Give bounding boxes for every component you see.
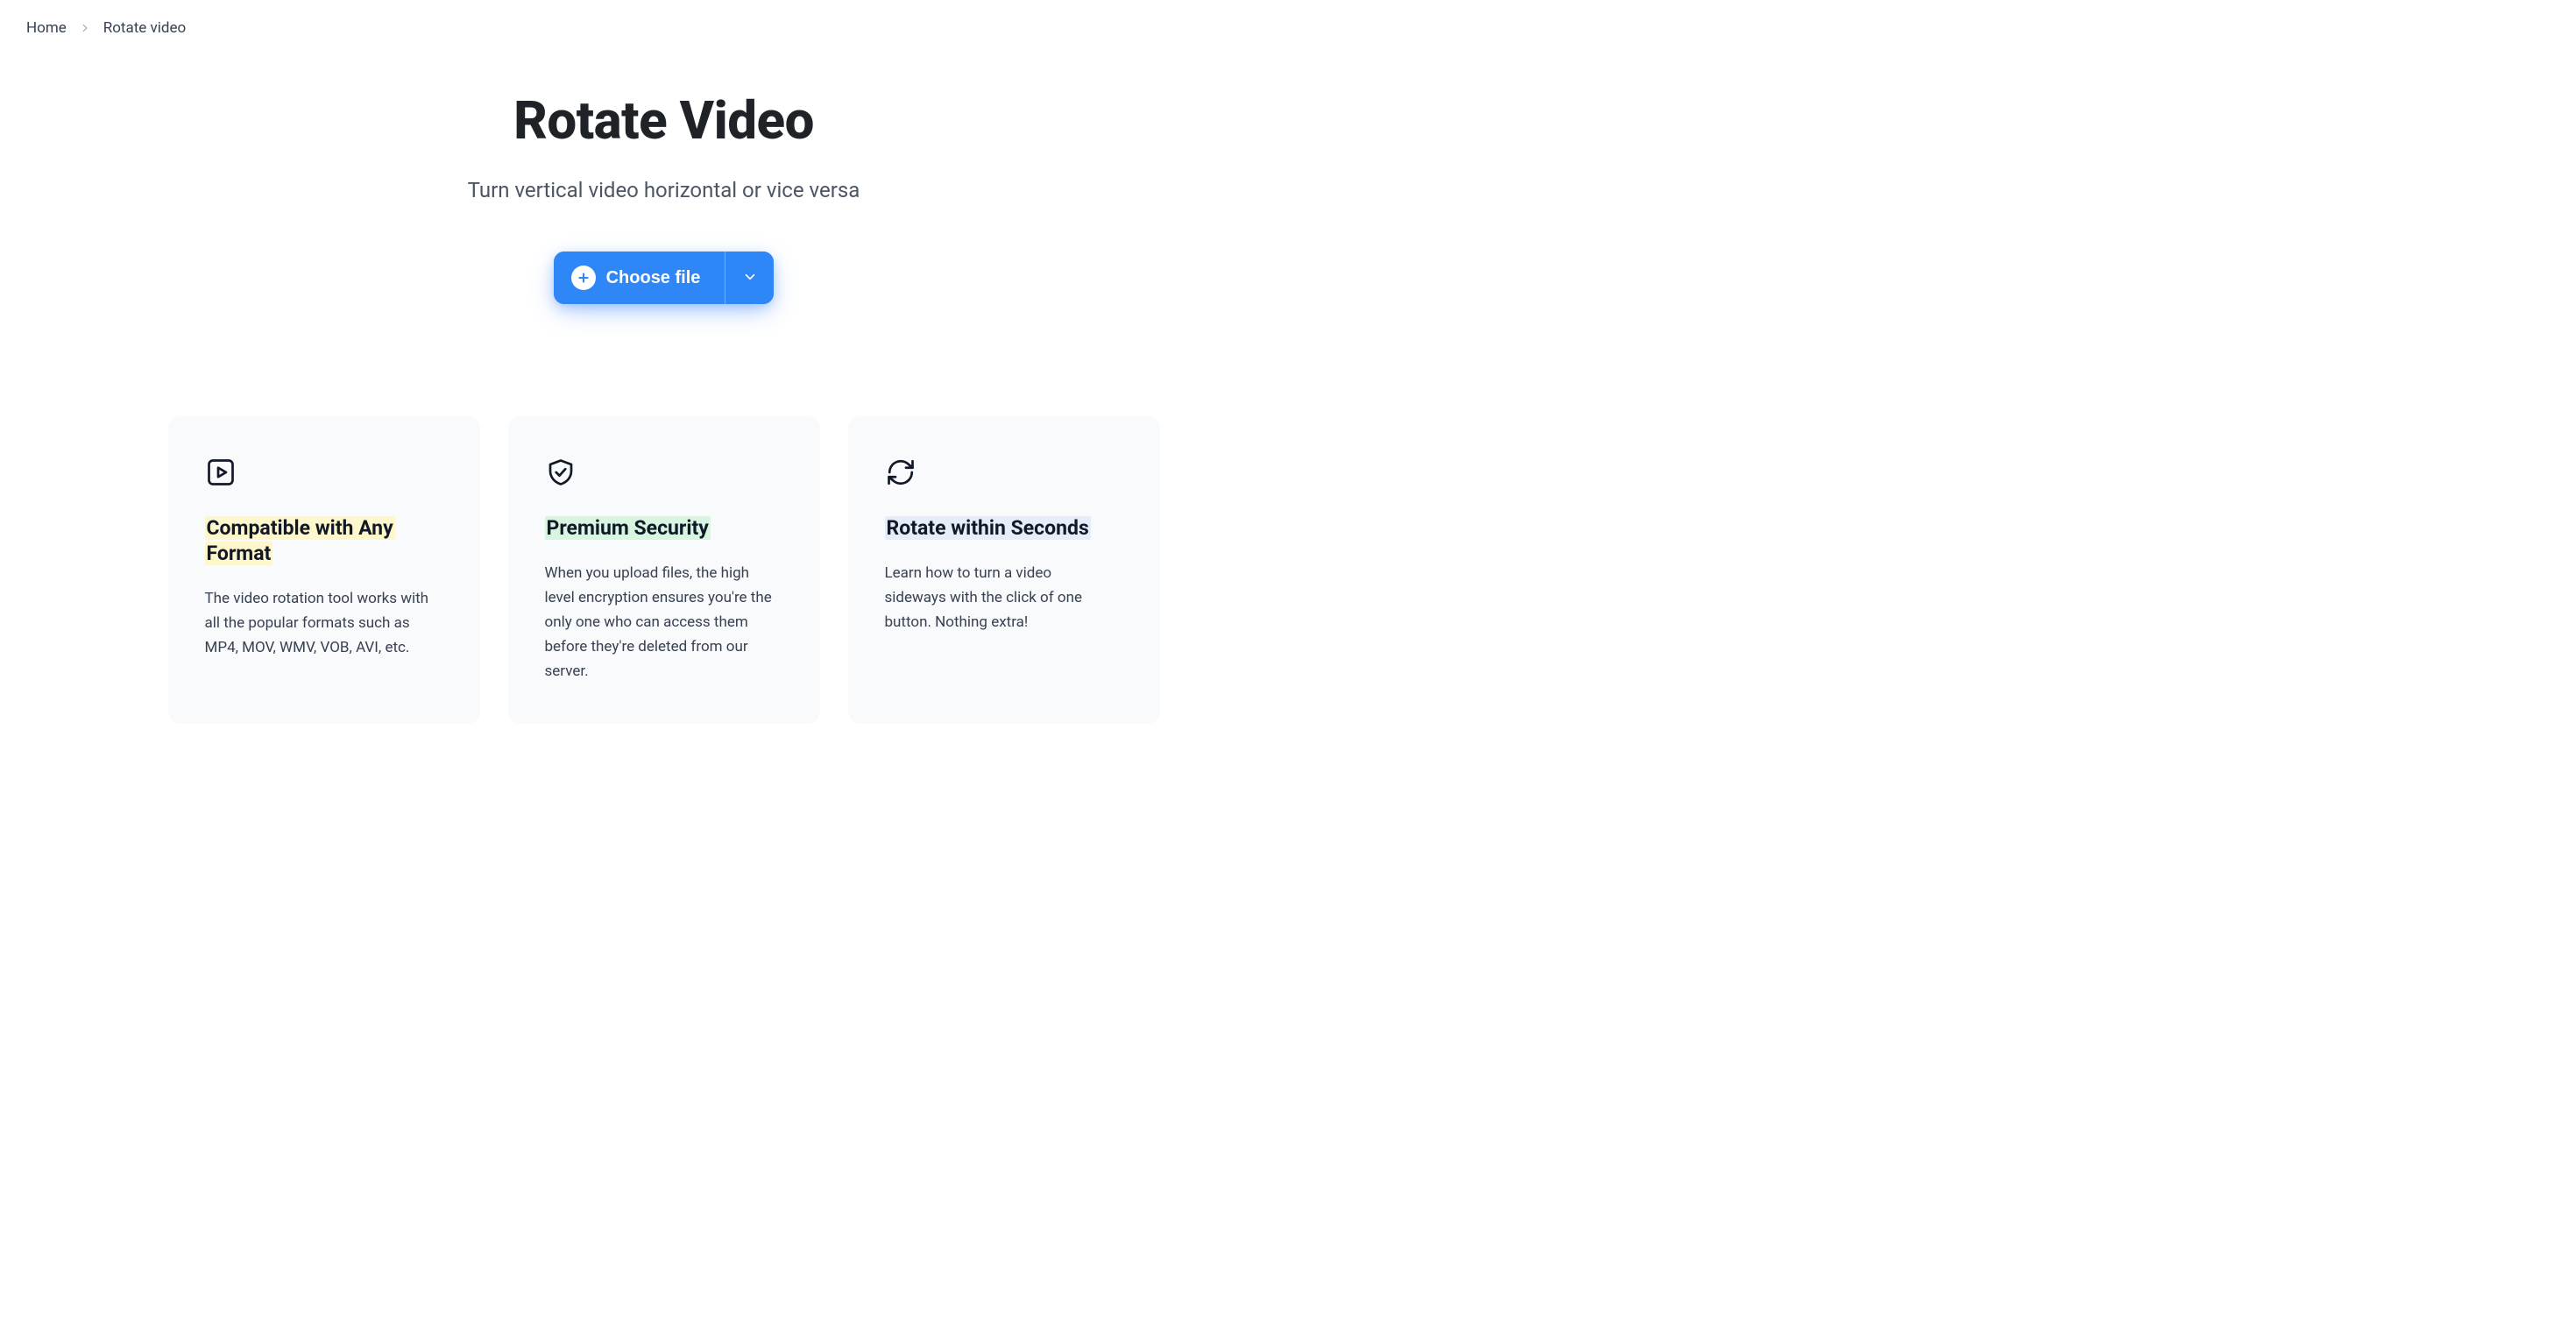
choose-file-label: Choose file	[606, 268, 701, 288]
feature-card-compatible: Compatible with Any Format The video rot…	[168, 416, 480, 724]
chevron-right-icon	[79, 22, 91, 34]
feature-desc: When you upload files, the high level en…	[545, 561, 775, 684]
play-square-icon	[205, 457, 435, 492]
feature-title: Compatible with Any Format	[205, 516, 395, 565]
hero: Rotate Video Turn vertical video horizon…	[0, 89, 1327, 304]
shield-check-icon	[545, 457, 775, 492]
page-subtitle: Turn vertical video horizontal or vice v…	[0, 178, 1327, 202]
choose-file-button[interactable]: Choose file	[554, 252, 725, 304]
breadcrumb-current: Rotate video	[103, 19, 186, 37]
feature-card-security: Premium Security When you upload files, …	[508, 416, 820, 724]
choose-file-group: Choose file	[554, 252, 775, 304]
breadcrumb: Home Rotate video	[0, 0, 1327, 56]
choose-file-dropdown-button[interactable]	[725, 252, 774, 304]
breadcrumb-home-link[interactable]: Home	[26, 19, 67, 37]
feature-title: Premium Security	[545, 516, 711, 540]
refresh-icon	[885, 457, 1115, 492]
feature-desc: The video rotation tool works with all t…	[205, 586, 435, 660]
plus-circle-icon	[571, 266, 596, 290]
feature-title: Rotate within Seconds	[885, 516, 1091, 540]
chevron-down-icon	[742, 269, 758, 287]
feature-cards: Compatible with Any Format The video rot…	[0, 416, 1327, 724]
feature-card-rotate: Rotate within Seconds Learn how to turn …	[848, 416, 1160, 724]
page-title: Rotate Video	[0, 89, 1327, 152]
feature-desc: Learn how to turn a video sideways with …	[885, 561, 1115, 634]
